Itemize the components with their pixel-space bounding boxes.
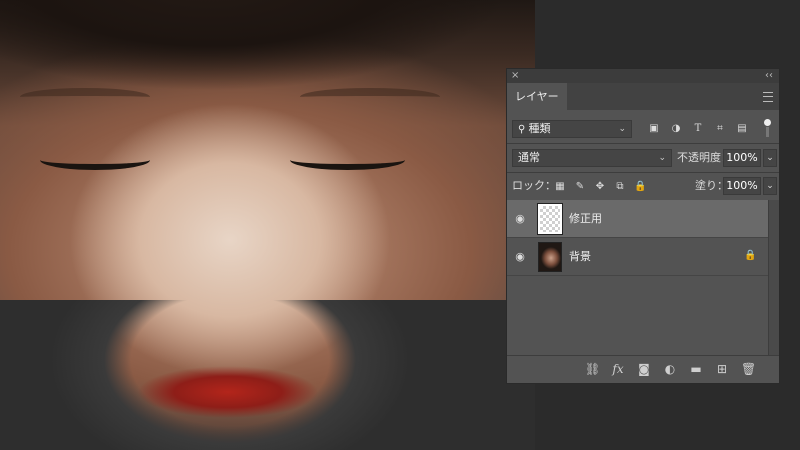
blend-mode-select[interactable]: 通常 ⌄ xyxy=(512,149,672,167)
panel-menu-icon[interactable] xyxy=(763,92,773,102)
new-layer-icon[interactable]: ⊞ xyxy=(715,362,729,376)
smart-object-filter-icon[interactable]: ▤ xyxy=(736,123,748,135)
kind-filter-label: 種類 xyxy=(528,122,551,135)
lock-all-icon[interactable]: 🔒 xyxy=(634,181,646,193)
lock-icon: 🔒 xyxy=(744,250,757,261)
panel-tab-row: レイヤー xyxy=(507,83,779,110)
lock-label: ロック： xyxy=(512,179,556,192)
adjustment-filter-icon[interactable]: ◑ xyxy=(670,123,682,135)
opacity-dropdown-button[interactable]: ⌄ xyxy=(763,149,777,167)
layer-name[interactable]: 修正用 xyxy=(569,200,602,238)
filter-row: ⚲ 種類 ⌄ ▣ ◑ T ⌗ ▤ xyxy=(507,118,779,140)
layer-row-correction[interactable]: ◉ 修正用 xyxy=(507,200,768,238)
adjustment-icon[interactable]: ◐ xyxy=(663,362,677,376)
layer-thumbnail xyxy=(537,203,563,235)
right-eyebrow xyxy=(300,88,440,106)
close-icon[interactable]: × xyxy=(511,69,519,83)
filter-toggle-icon[interactable] xyxy=(763,119,771,139)
fx-icon[interactable]: fx xyxy=(611,362,625,376)
lock-image-pixels-icon[interactable]: ✎ xyxy=(574,181,586,193)
type-filter-icon[interactable]: T xyxy=(692,123,704,135)
panel-footer: ⛓ fx ◙ ◐ ▬ ⊞ 🗑 xyxy=(507,355,779,383)
hair-region xyxy=(0,0,535,90)
right-eyelash xyxy=(290,150,405,170)
lock-position-icon[interactable]: ✥ xyxy=(594,181,606,193)
photo-canvas[interactable] xyxy=(0,0,535,450)
tab-layers[interactable]: レイヤー xyxy=(507,83,567,110)
collapse-icon[interactable]: ‹‹ xyxy=(765,69,773,83)
chevron-down-icon: ⌄ xyxy=(618,124,626,134)
sweater-region xyxy=(0,300,535,450)
layers-panel: × ‹‹ レイヤー ⚲ 種類 ⌄ ▣ ◑ T ⌗ ▤ 通常 ⌄ 不透明度： 10… xyxy=(506,68,780,384)
mask-icon[interactable]: ◙ xyxy=(637,362,651,376)
divider xyxy=(507,143,779,144)
blend-mode-label: 通常 xyxy=(518,151,540,164)
chevron-down-icon: ⌄ xyxy=(658,153,666,163)
layers-list: ◉ 修正用 ◉ 背景 🔒 xyxy=(507,200,768,355)
search-icon: ⚲ xyxy=(518,124,529,135)
visibility-eye-icon[interactable]: ◉ xyxy=(514,251,526,263)
shape-filter-icon[interactable]: ⌗ xyxy=(714,123,726,135)
layer-name[interactable]: 背景 xyxy=(569,238,591,276)
layer-row-background[interactable]: ◉ 背景 🔒 xyxy=(507,238,768,276)
visibility-eye-icon[interactable]: ◉ xyxy=(514,213,526,225)
trash-icon[interactable]: 🗑 xyxy=(741,362,756,376)
opacity-input[interactable]: 100% xyxy=(723,149,761,167)
divider xyxy=(507,172,779,173)
left-eyebrow xyxy=(20,88,150,106)
image-filter-icon[interactable]: ▣ xyxy=(648,123,660,135)
lock-transparent-pixels-icon[interactable]: ▦ xyxy=(554,181,566,193)
link-icon[interactable]: ⛓ xyxy=(585,362,600,376)
left-eyelash xyxy=(40,150,150,170)
folder-icon[interactable]: ▬ xyxy=(689,362,703,376)
layers-scrollbar[interactable] xyxy=(768,200,779,355)
lock-artboard-icon[interactable]: ⧉ xyxy=(614,181,626,193)
fill-dropdown-button[interactable]: ⌄ xyxy=(763,177,777,195)
kind-filter-select[interactable]: ⚲ 種類 ⌄ xyxy=(512,120,632,138)
panel-titlebar: × ‹‹ xyxy=(507,69,779,83)
layer-thumbnail xyxy=(538,242,562,272)
fill-input[interactable]: 100% xyxy=(723,177,761,195)
lock-row: ロック： ▦ ✎ ✥ ⧉ 🔒 塗り： 100% ⌄ xyxy=(507,175,779,197)
blend-row: 通常 ⌄ 不透明度： 100% ⌄ xyxy=(507,148,779,170)
